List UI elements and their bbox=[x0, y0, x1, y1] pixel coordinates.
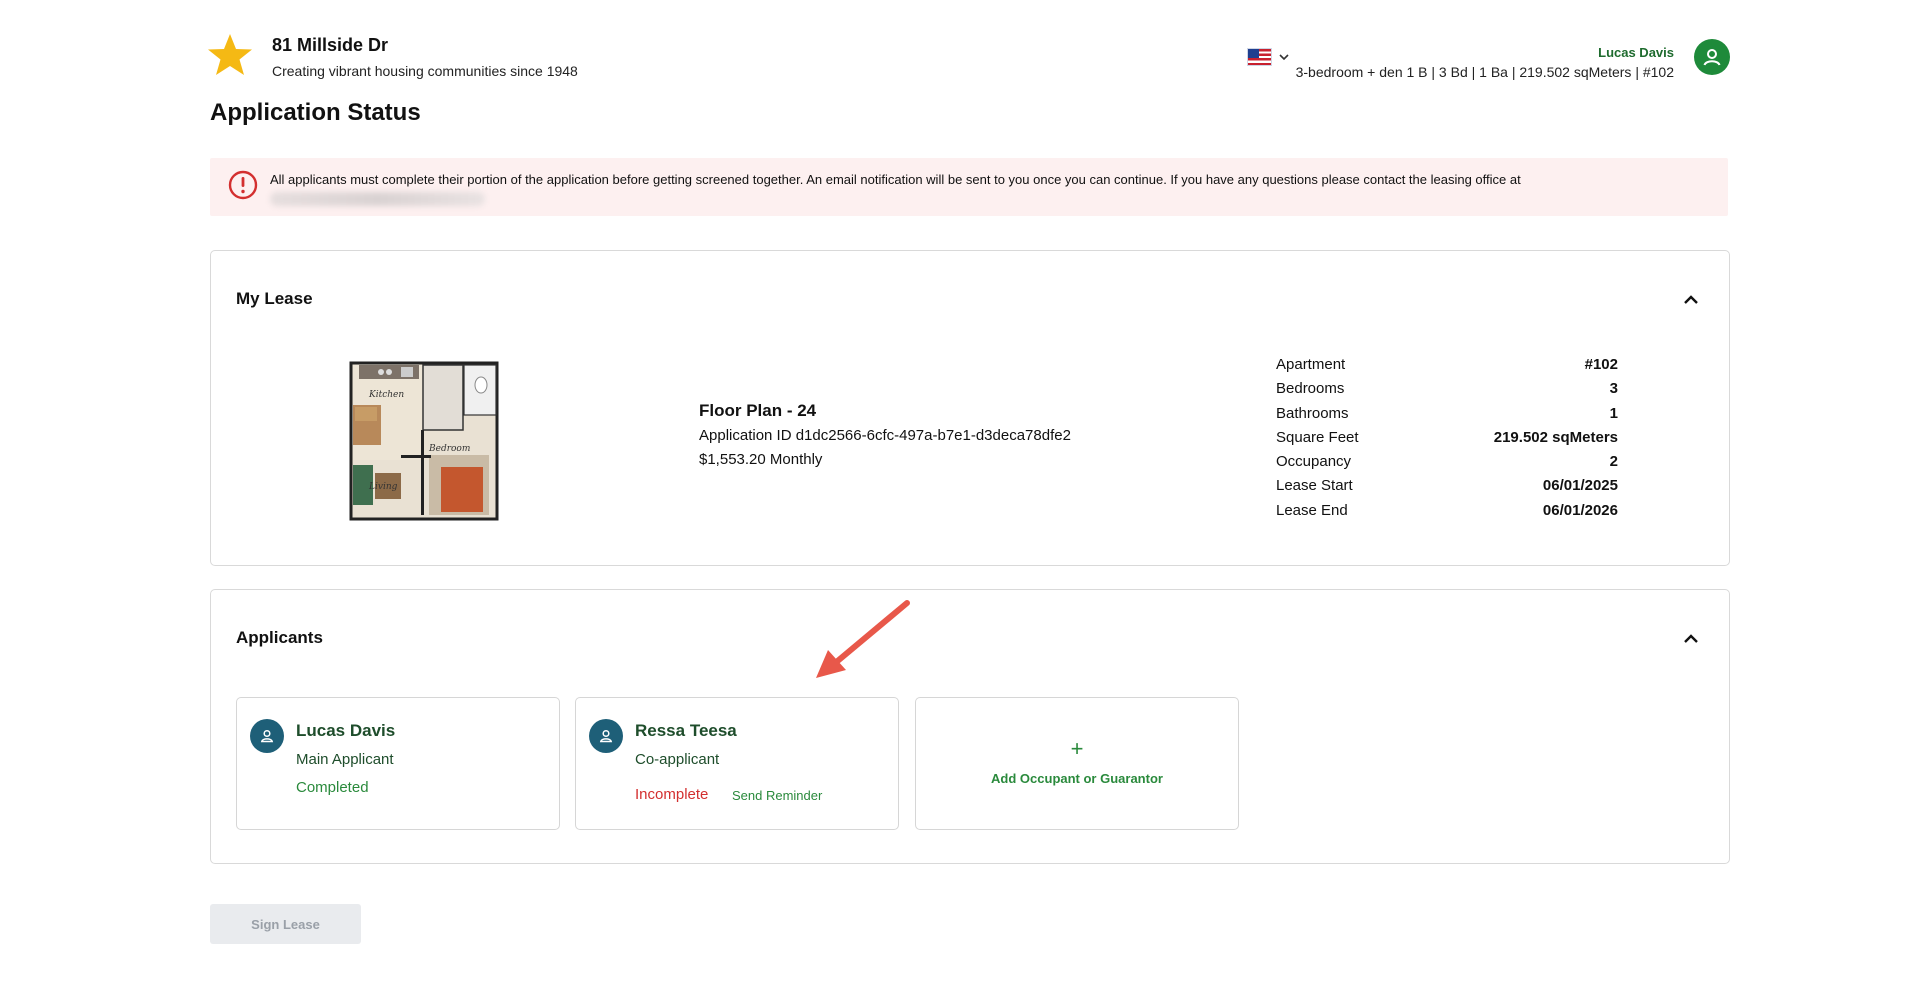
detail-row-bathrooms: Bathrooms 1 bbox=[1276, 404, 1618, 422]
applicant-name: Lucas Davis bbox=[296, 721, 396, 740]
lease-details: Apartment #102 Bedrooms 3 Bathrooms 1 Squar… bbox=[1276, 353, 1618, 523]
applicants-card: Applicants Lucas Davis Main Applicant Co… bbox=[210, 589, 1730, 864]
chevron-up-icon bbox=[1684, 295, 1698, 304]
detail-row-lease-end: Lease End 06/01/2026 bbox=[1276, 501, 1618, 519]
applicant-tile-co[interactable]: Ressa Teesa Co-applicant Incomplete Send… bbox=[575, 697, 899, 830]
user-icon bbox=[1703, 49, 1721, 66]
unit-summary: 3-bedroom + den 1 B | 3 Bd | 1 Ba | 219.… bbox=[1295, 64, 1674, 80]
bedroom-label: Bedroom bbox=[428, 444, 470, 454]
add-occupant-button[interactable]: + Add Occupant or Guarantor bbox=[915, 697, 1239, 830]
sign-lease-button[interactable]: Sign Lease bbox=[210, 904, 361, 944]
living-label: Living bbox=[368, 482, 398, 492]
user-icon bbox=[599, 729, 613, 743]
page-title: Application Status bbox=[210, 99, 421, 126]
detail-row-lease-start: Lease Start 06/01/2025 bbox=[1276, 477, 1618, 495]
property-tagline: Creating vibrant housing communities sin… bbox=[272, 63, 578, 79]
applicant-tile-main[interactable]: Lucas Davis Main Applicant Completed bbox=[236, 697, 560, 830]
my-lease-title: My Lease bbox=[236, 289, 313, 308]
user-icon bbox=[260, 729, 274, 743]
applicants-collapse-button[interactable] bbox=[1680, 628, 1702, 650]
property-name: 81 Millside Dr bbox=[272, 35, 389, 55]
chevron-up-icon bbox=[1684, 634, 1698, 643]
applicant-name: Ressa Teesa bbox=[635, 721, 737, 740]
plus-icon: + bbox=[1070, 736, 1084, 761]
application-id: Application ID d1dc2566-6cfc-497a-b7e1-d… bbox=[699, 427, 1071, 444]
applicant-role: Co-applicant bbox=[635, 751, 720, 768]
applicant-role: Main Applicant bbox=[296, 751, 394, 768]
floor-plan-name: Floor Plan - 24 bbox=[699, 401, 817, 420]
applicants-title: Applicants bbox=[236, 628, 323, 647]
applicant-status: Incomplete bbox=[635, 786, 709, 803]
applicant-status: Completed bbox=[296, 779, 369, 796]
kitchen-label: Kitchen bbox=[368, 390, 404, 400]
send-reminder-link[interactable]: Send Reminder bbox=[732, 788, 822, 803]
my-lease-card: My Lease Kitchen Bedroom Living Floor Pl… bbox=[210, 250, 1730, 566]
monthly-price: $1,553.20 Monthly bbox=[699, 451, 823, 468]
error-icon bbox=[228, 170, 258, 200]
user-name: Lucas Davis bbox=[1598, 45, 1674, 60]
alert-banner: All applicants must complete their porti… bbox=[210, 158, 1728, 216]
add-occupant-label: Add Occupant or Guarantor bbox=[991, 771, 1163, 786]
floor-plan-image: Kitchen Bedroom Living bbox=[341, 355, 499, 522]
language-selector[interactable] bbox=[1247, 48, 1290, 66]
my-lease-collapse-button[interactable] bbox=[1680, 289, 1702, 311]
star-logo-icon bbox=[208, 34, 252, 75]
detail-row-apartment: Apartment #102 bbox=[1276, 356, 1618, 373]
us-flag-icon bbox=[1247, 48, 1272, 66]
detail-row-square-feet: Square Feet 219.502 sqMeters bbox=[1276, 428, 1618, 446]
alert-message: All applicants must complete their porti… bbox=[270, 172, 1521, 187]
user-avatar[interactable] bbox=[1694, 39, 1730, 75]
chevron-down-icon bbox=[1279, 54, 1289, 61]
detail-row-bedrooms: Bedrooms 3 bbox=[1276, 380, 1618, 398]
applicant-avatar bbox=[250, 719, 284, 753]
redacted-email bbox=[270, 192, 485, 206]
detail-row-occupancy: Occupancy 2 bbox=[1276, 453, 1618, 471]
applicant-avatar bbox=[589, 719, 623, 753]
